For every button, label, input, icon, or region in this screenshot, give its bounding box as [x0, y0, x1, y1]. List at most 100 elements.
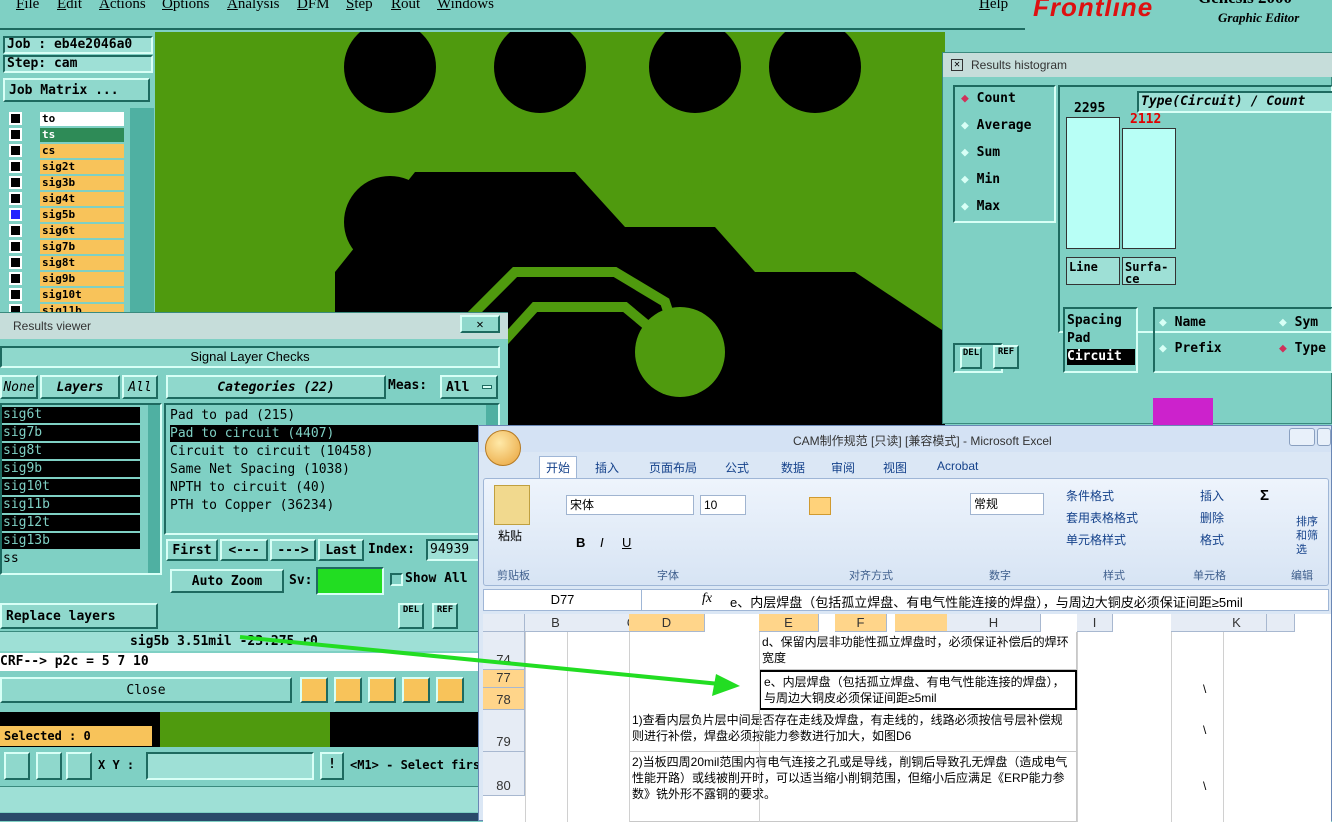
layer-sig5b[interactable]: sig5b: [40, 208, 124, 222]
name-box[interactable]: D77: [484, 590, 642, 610]
fx-icon[interactable]: fx: [702, 591, 712, 607]
rv-layer-row[interactable]: sig7b: [2, 425, 140, 441]
row-header[interactable]: 74: [483, 632, 525, 670]
layer-toggle[interactable]: [9, 144, 22, 157]
layer-sig10t[interactable]: sig10t: [40, 288, 124, 302]
column-header[interactable]: F: [835, 614, 887, 632]
histogram-list-item[interactable]: Circuit: [1067, 349, 1135, 365]
alert-icon[interactable]: !: [320, 752, 344, 780]
layer-toggle[interactable]: [9, 256, 22, 269]
column-header[interactable]: E: [759, 614, 819, 632]
histogram-list-item[interactable]: Spacing: [1067, 313, 1135, 329]
select-all-corner[interactable]: [483, 614, 525, 632]
show-all-checkbox[interactable]: [390, 573, 403, 586]
layer-toggle[interactable]: [9, 224, 22, 237]
group-option[interactable]: ◆ Type: [1279, 341, 1326, 356]
mode-option-sum[interactable]: ◆ Sum: [961, 145, 1000, 160]
snap-icon[interactable]: [4, 752, 30, 780]
replace-layers-select[interactable]: Replace layers: [0, 603, 158, 629]
rv-layer-row[interactable]: sig11b: [2, 497, 140, 513]
category-item[interactable]: Pad to pad (215): [170, 407, 486, 424]
layer-sig7b[interactable]: sig7b: [40, 240, 124, 254]
tool-icon-1[interactable]: [300, 677, 328, 703]
layer-to[interactable]: to: [40, 112, 124, 126]
menu-windows[interactable]: Windows: [437, 0, 494, 13]
histogram-bar[interactable]: [1122, 128, 1176, 249]
ref-button[interactable]: REF: [993, 345, 1019, 369]
rv-layer-row[interactable]: sig6t: [2, 407, 140, 423]
menu-rout[interactable]: Rout: [391, 0, 420, 13]
layer-toggle[interactable]: [9, 112, 22, 125]
formula-input[interactable]: e、内层焊盘（包括孤立焊盘、有电气性能连接的焊盘），与周边大铜皮必须保证间距≥5…: [730, 592, 1243, 611]
layer-sig9b[interactable]: sig9b: [40, 272, 124, 286]
tool-icon-4[interactable]: [402, 677, 430, 703]
layer-sig6t[interactable]: sig6t: [40, 224, 124, 238]
menu-actions[interactable]: Actions: [99, 0, 146, 13]
spreadsheet-grid[interactable]: ABCDEFGHIJK7477787980d、保留内层非功能性孤立焊盘时，必须保…: [483, 614, 1331, 822]
row-header[interactable]: 79: [483, 710, 525, 752]
layer-sig2t[interactable]: sig2t: [40, 160, 124, 174]
category-item[interactable]: Pad to circuit (4407): [170, 425, 486, 442]
del-button[interactable]: DEL: [960, 347, 982, 369]
menu-options[interactable]: Options: [162, 0, 210, 13]
layer-toggle[interactable]: [9, 288, 22, 301]
tool-icon-2[interactable]: [334, 677, 362, 703]
layer-toggle[interactable]: [9, 240, 22, 253]
column-header[interactable]: K: [1207, 614, 1267, 632]
layer-cs[interactable]: cs: [40, 144, 124, 158]
tool-icon-5[interactable]: [436, 677, 464, 703]
mode-option-average[interactable]: ◆ Average: [961, 118, 1031, 133]
rv-ref-button[interactable]: REF: [432, 603, 458, 629]
close-button[interactable]: Close: [0, 677, 292, 703]
job-matrix-button[interactable]: Job Matrix ...: [3, 78, 150, 102]
category-item[interactable]: NPTH to circuit (40): [170, 479, 486, 496]
menu-file[interactable]: File: [16, 0, 39, 13]
mode-option-max[interactable]: ◆ Max: [961, 199, 1000, 214]
group-option[interactable]: ◆ Prefix: [1159, 341, 1222, 356]
measure-icon[interactable]: [36, 752, 62, 780]
sheet-cell-mark[interactable]: \: [1203, 723, 1206, 737]
category-item[interactable]: Same Net Spacing (1038): [170, 461, 486, 478]
layer-sig8t[interactable]: sig8t: [40, 256, 124, 270]
sheet-cell-mark[interactable]: \: [1203, 779, 1206, 793]
layer-toggle[interactable]: [9, 176, 22, 189]
sv-color-select[interactable]: [316, 567, 384, 595]
rv-layer-row[interactable]: sig8t: [2, 443, 140, 459]
histogram-bar[interactable]: [1066, 117, 1120, 249]
layer-sig3b[interactable]: sig3b: [40, 176, 124, 190]
menu-dfm[interactable]: DFM: [297, 0, 330, 13]
layer-toggle[interactable]: [9, 192, 22, 205]
histogram-list-item[interactable]: Pad: [1067, 331, 1135, 347]
all-button[interactable]: All: [122, 375, 158, 399]
column-header[interactable]: D: [629, 614, 705, 632]
menu-help[interactable]: Help: [979, 0, 1008, 13]
menu-analysis[interactable]: Analysis: [227, 0, 280, 13]
mode-option-count[interactable]: ◆ Count: [961, 91, 1016, 106]
rv-layer-row[interactable]: sig12t: [2, 515, 140, 531]
rv-layer-row[interactable]: ss: [2, 551, 140, 567]
layer-ts[interactable]: ts: [40, 128, 124, 142]
categories-button[interactable]: Categories (22): [166, 375, 386, 399]
none-button[interactable]: None: [0, 375, 38, 399]
row-header[interactable]: 77: [483, 670, 525, 688]
layer-list-scroll[interactable]: [130, 108, 154, 314]
layer-toggle[interactable]: [9, 208, 22, 221]
layer-toggle[interactable]: [9, 160, 22, 173]
rv-layer-row[interactable]: sig13b: [2, 533, 140, 549]
close-window-icon[interactable]: ✕: [460, 315, 500, 333]
rv-layer-row[interactable]: sig9b: [2, 461, 140, 477]
index-input[interactable]: 94939: [426, 539, 486, 561]
row-header[interactable]: 78: [483, 688, 525, 710]
row-header[interactable]: 80: [483, 752, 525, 796]
sheet-cell[interactable]: e、内层焊盘（包括孤立焊盘、有电气性能连接的焊盘），与周边大铜皮必须保证间距≥5…: [759, 670, 1077, 710]
sheet-cell[interactable]: 2)当板四周20mil范围内有电气连接之孔或是导线，削铜后导致孔无焊盘（造成电气…: [629, 752, 1077, 822]
next-button[interactable]: --->: [270, 539, 316, 561]
layers-button[interactable]: Layers: [40, 375, 120, 399]
xy-input[interactable]: [146, 752, 314, 780]
rv-layer-scrollbar[interactable]: [148, 405, 160, 573]
layer-sig4t[interactable]: sig4t: [40, 192, 124, 206]
menu-step[interactable]: Step: [346, 0, 373, 13]
auto-zoom-select[interactable]: Auto Zoom: [170, 569, 284, 593]
close-icon[interactable]: ✕: [951, 59, 963, 71]
group-option[interactable]: ◆ Sym: [1279, 315, 1318, 330]
